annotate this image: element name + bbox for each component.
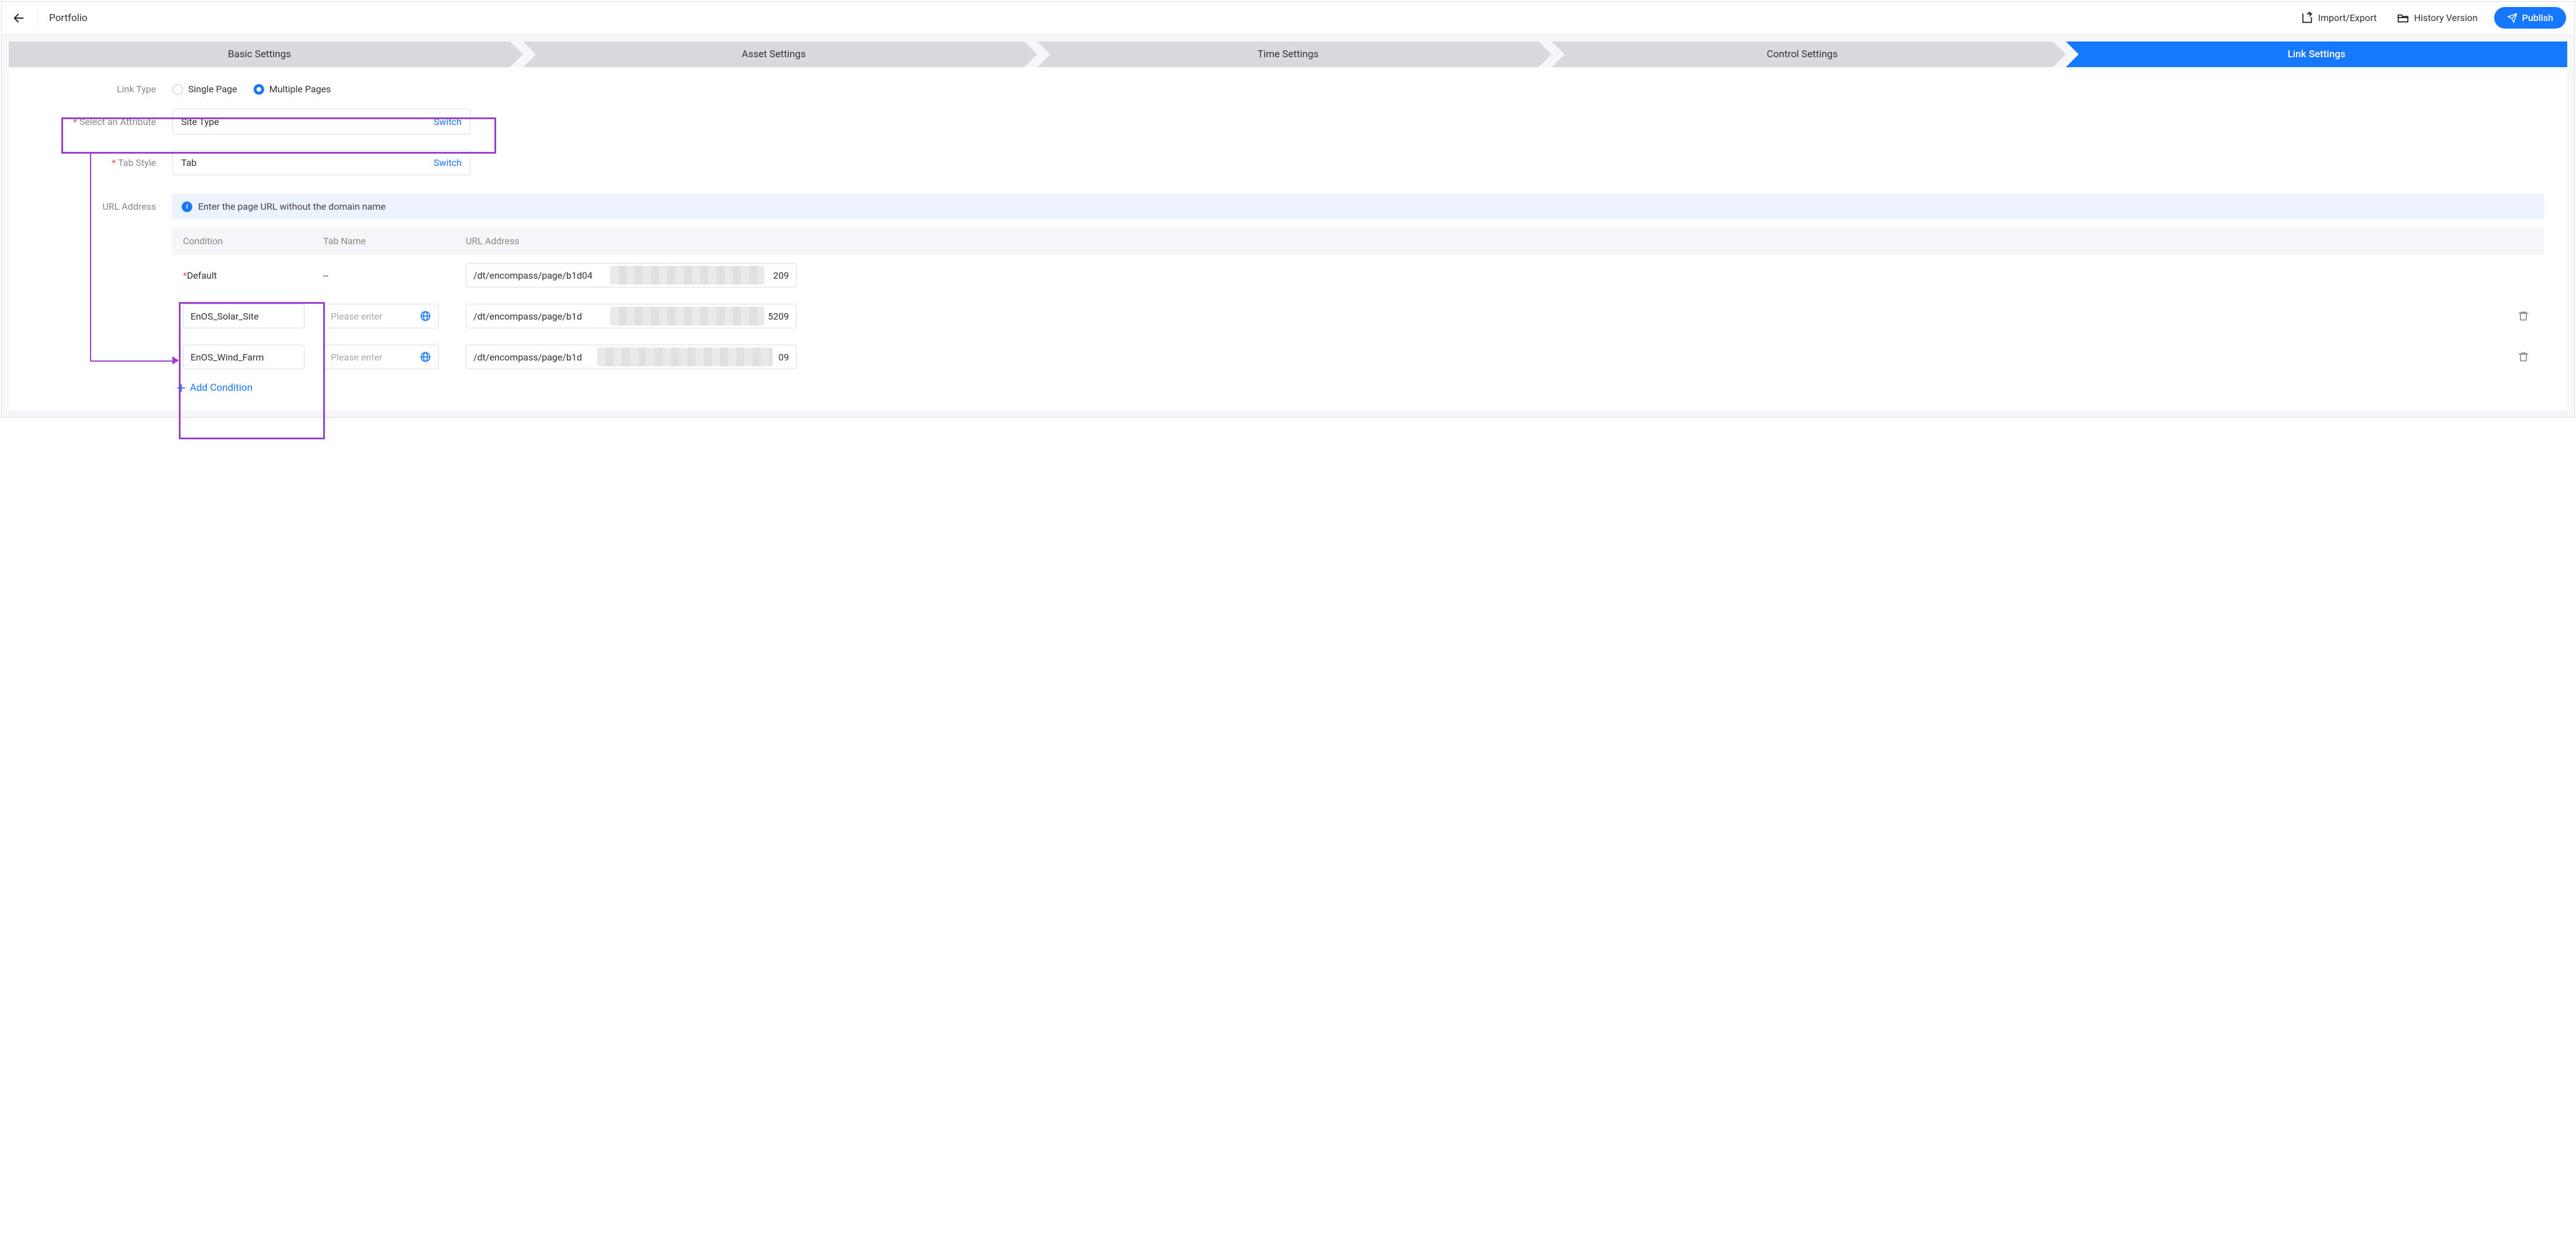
radio-multiple-pages[interactable]: Multiple Pages (254, 84, 331, 95)
app-frame: Portfolio Import/Export History Version … (1, 1, 2575, 418)
url-table: Condition Tab Name URL Address *Default … (172, 227, 2544, 394)
page-title: Portfolio (49, 12, 88, 24)
radio-dot-icon (254, 84, 264, 95)
step-time-settings[interactable]: Time Settings (1037, 41, 1539, 67)
publish-label: Publish (2522, 12, 2553, 23)
url-hint-text: Enter the page URL without the domain na… (198, 201, 386, 212)
import-export-label: Import/Export (2318, 12, 2377, 23)
import-export-icon (2301, 12, 2314, 25)
column-url: URL Address (459, 235, 2503, 247)
cell-condition-default: *Default (172, 270, 317, 281)
tab-style-switch-link[interactable]: Switch (434, 157, 462, 168)
back-arrow-icon (12, 12, 25, 25)
globe-icon[interactable] (420, 351, 431, 363)
import-export-button[interactable]: Import/Export (2301, 12, 2377, 25)
redacted-mask (610, 266, 764, 285)
attribute-switch-link[interactable]: Switch (434, 116, 462, 127)
trash-icon (2518, 310, 2529, 322)
column-tab-name: Tab Name (317, 235, 459, 247)
condition-input[interactable]: EnOS_Solar_Site (183, 304, 304, 328)
link-type-row: Link Type Single Page Multiple Pages (32, 84, 2544, 95)
link-type-radio-group: Single Page Multiple Pages (172, 84, 331, 95)
back-button[interactable] (10, 9, 27, 27)
tab-style-label: *Tab Style (32, 157, 172, 168)
condition-input[interactable]: EnOS_Wind_Farm (183, 345, 304, 369)
add-condition-button[interactable]: Add Condition (176, 382, 2544, 394)
info-icon: i (182, 202, 192, 212)
send-icon (2507, 13, 2518, 23)
globe-icon[interactable] (420, 310, 431, 322)
history-version-label: History Version (2414, 12, 2478, 23)
steps-nav: Basic Settings Asset Settings Time Setti… (9, 41, 2567, 67)
radio-dot-icon (172, 84, 183, 95)
url-address-row: URL Address i Enter the page URL without… (32, 194, 2544, 394)
url-input[interactable]: /dt/encompass/page/b1d 5209 (466, 304, 797, 328)
tab-style-row: *Tab Style Tab Switch (32, 150, 2544, 175)
url-address-section: i Enter the page URL without the domain … (172, 194, 2544, 394)
url-info-banner: i Enter the page URL without the domain … (172, 194, 2544, 219)
select-attribute-label: *Select an Attribute (32, 116, 172, 127)
step-link-settings[interactable]: Link Settings (2066, 41, 2567, 67)
tab-style-select[interactable]: Tab Switch (172, 150, 470, 175)
table-row: EnOS_Wind_Farm Please enter (172, 337, 2544, 377)
folder-icon (2397, 12, 2409, 25)
step-asset-settings[interactable]: Asset Settings (523, 41, 1024, 67)
table-row-default: *Default -- /dt/encompass/page/b1d04 209 (172, 255, 2544, 296)
step-control-settings[interactable]: Control Settings (1552, 41, 2053, 67)
redacted-mask (597, 348, 773, 366)
publish-button[interactable]: Publish (2494, 7, 2566, 29)
delete-row-button[interactable] (2503, 351, 2544, 363)
history-version-button[interactable]: History Version (2397, 12, 2478, 25)
delete-row-button[interactable] (2503, 310, 2544, 322)
attribute-value: Site Type (181, 116, 219, 127)
table-header: Condition Tab Name URL Address (172, 227, 2544, 255)
attribute-select[interactable]: Site Type Switch (172, 109, 470, 134)
url-address-label: URL Address (32, 194, 172, 212)
divider (38, 8, 39, 28)
select-attribute-row: *Select an Attribute Site Type Switch (32, 109, 2544, 134)
cell-tabname-default: -- (317, 270, 459, 281)
plus-icon (176, 383, 186, 393)
tabname-input[interactable]: Please enter (323, 345, 439, 369)
url-input[interactable]: /dt/encompass/page/b1d 09 (466, 345, 797, 369)
workspace: Basic Settings Asset Settings Time Setti… (2, 34, 2574, 417)
trash-icon (2518, 351, 2529, 363)
url-input-default[interactable]: /dt/encompass/page/b1d04 209 (466, 263, 797, 287)
link-type-label: Link Type (32, 84, 172, 95)
radio-single-page[interactable]: Single Page (172, 84, 237, 95)
tab-style-value: Tab (181, 157, 196, 168)
redacted-mask (610, 307, 764, 325)
step-basic-settings[interactable]: Basic Settings (9, 41, 510, 67)
table-row: EnOS_Solar_Site Please enter (172, 296, 2544, 337)
content-panel: Link Type Single Page Multiple Pages *Se… (9, 67, 2567, 410)
topbar: Portfolio Import/Export History Version … (2, 2, 2574, 34)
tabname-input[interactable]: Please enter (323, 304, 439, 328)
column-condition: Condition (172, 235, 317, 247)
